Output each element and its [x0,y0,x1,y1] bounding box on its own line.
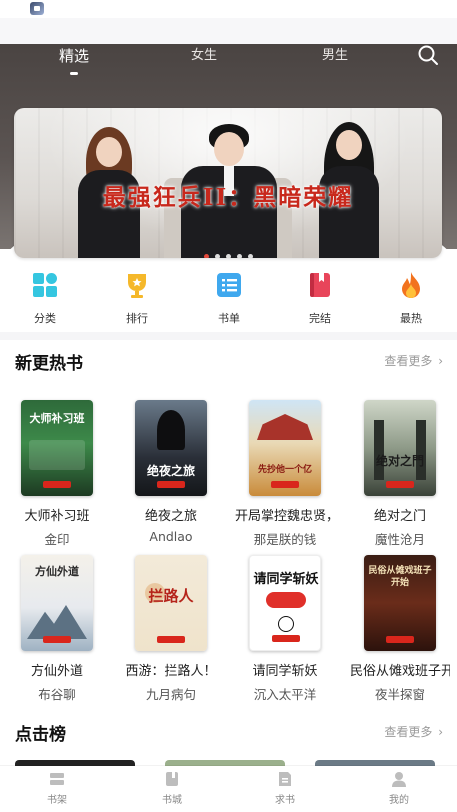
book-author: 那是朕的钱 [253,532,317,547]
tab-label: 书架 [47,795,67,806]
cover-title: 大师补习班 [29,412,85,425]
pagination-dot[interactable] [247,254,253,258]
book-card[interactable]: 绝对之門 绝对之门 魔性沧月 [350,400,450,548]
status-bar [0,0,457,18]
tab-label: 求书 [275,795,295,806]
trophy-icon [122,270,152,300]
book-title: 西游：拦路人！ [125,664,217,679]
book-author: 沉入太平洋 [253,687,317,702]
active-tab-indicator [70,72,78,75]
pagination-dot[interactable] [214,254,220,258]
grid-icon [30,270,60,300]
app-notification-icon [30,2,44,15]
see-more-click-rank[interactable]: 查看更多 › [384,723,443,740]
category-label: 完结 [309,312,331,325]
book-author: 魔性沧月 [374,532,425,547]
book-card[interactable]: 先抄他一个亿 开局掌控魏忠贤， 那是朕的钱 [235,400,335,548]
book-card[interactable]: 民俗从傩戏班子开始 民俗从傩戏班子开始 夜半探窗 [350,555,450,703]
search-icon [418,45,438,65]
book-card[interactable]: 请同学斩妖 请同学斩妖 沉入太平洋 [235,555,335,703]
book-card[interactable]: 方仙外道 方仙外道 布谷聊 [7,555,107,703]
chevron-right-icon: › [438,354,443,368]
pagination-dot[interactable] [203,254,209,258]
category-item-ranking[interactable]: 排行 [107,270,167,326]
see-more-new-hot[interactable]: 查看更多 › [384,352,443,369]
book-cover: 绝对之門 [364,400,436,496]
cover-title: 绝夜之旅 [146,464,195,478]
book-author: 九月病句 [145,687,196,702]
book-title: 绝对之门 [373,509,426,524]
book-cover: 方仙外道 [21,555,93,651]
book-title: 开局掌控魏忠贤， [235,509,335,524]
category-label: 书单 [218,312,240,325]
category-label: 分类 [34,312,56,325]
bookstore-icon [163,770,181,788]
tab-request-book[interactable]: 求书 [255,770,315,806]
category-item-completed[interactable]: 完结 [290,270,350,326]
chevron-right-icon: › [438,725,443,739]
bottom-tab-bar: 书架 书城 求书 我的 [0,766,457,812]
tab-female[interactable]: 女生 [180,44,228,84]
book-author: Andlao [149,529,193,544]
book-author: 夜半探窗 [374,687,425,702]
book-cover: 民俗从傩戏班子开始 [364,555,436,651]
banner-title: 最强狂兵II：黑暗荣耀 [102,184,354,211]
book-title: 方仙外道 [30,664,83,679]
tab-label: 我的 [389,795,409,806]
section-divider [0,332,457,340]
category-item-booklist[interactable]: 书单 [199,270,259,326]
book-author: 布谷聊 [38,687,76,702]
cover-title: 方仙外道 [35,565,79,578]
see-more-label: 查看更多 [384,725,433,739]
section-title-new-hot: 新更热书 [15,354,83,374]
category-item-classify[interactable]: 分类 [15,270,75,326]
tab-featured[interactable]: 精选 [50,44,98,84]
book-cover: 先抄他一个亿 [249,400,321,496]
book-cover: 绝夜之旅 [135,400,207,496]
search-button[interactable] [417,44,439,66]
category-label: 最热 [400,312,422,325]
book-title: 请同学斩妖 [252,664,318,679]
category-item-hottest[interactable]: 最热 [381,270,441,326]
cover-title: 请同学斩妖 [253,572,319,587]
book-card[interactable]: 拦路人 西游：拦路人！ 九月病句 [121,555,221,703]
channel-tabs: 精选 女生 男生 [0,44,457,84]
book-cover: 拦路人 [135,555,207,651]
see-more-label: 查看更多 [384,354,433,368]
cover-title: 先抄他一个亿 [257,465,312,475]
tab-label: 书城 [162,795,182,806]
cover-title: 拦路人 [148,587,194,605]
request-book-icon [276,770,294,788]
category-shortcuts: 分类 排行 书单 完结 最热 [0,270,457,330]
book-card[interactable]: 绝夜之旅 绝夜之旅 Andlao [121,400,221,544]
book-title: 大师补习班 [24,509,90,524]
book-cover: 大师补习班 [21,400,93,496]
list-icon [214,270,244,300]
tab-profile[interactable]: 我的 [369,770,429,806]
book-card[interactable]: 大师补习班 大师补习班 金印 [7,400,107,548]
section-title-click-rank: 点击榜 [15,725,66,745]
cover-title: 绝对之門 [375,454,424,468]
cover-title: 民俗从傩戏班子开始 [368,566,432,588]
tab-male[interactable]: 男生 [311,44,359,84]
book-icon [305,270,335,300]
flame-icon [396,270,426,300]
book-author: 金印 [44,532,70,547]
category-label: 排行 [126,312,148,325]
book-title: 民俗从傩戏班子开始 [350,664,450,679]
promo-banner[interactable]: 最强狂兵II：黑暗荣耀 [14,108,442,258]
profile-icon [390,770,408,788]
bookshelf-icon [48,770,66,788]
book-title: 绝夜之旅 [144,509,197,524]
banner-pagination [14,244,442,258]
pagination-dot[interactable] [236,254,242,258]
pagination-dot[interactable] [225,254,231,258]
tab-bookstore[interactable]: 书城 [142,770,202,806]
top-strip [0,18,457,44]
tab-bookshelf[interactable]: 书架 [27,770,87,806]
book-cover: 请同学斩妖 [249,555,321,651]
